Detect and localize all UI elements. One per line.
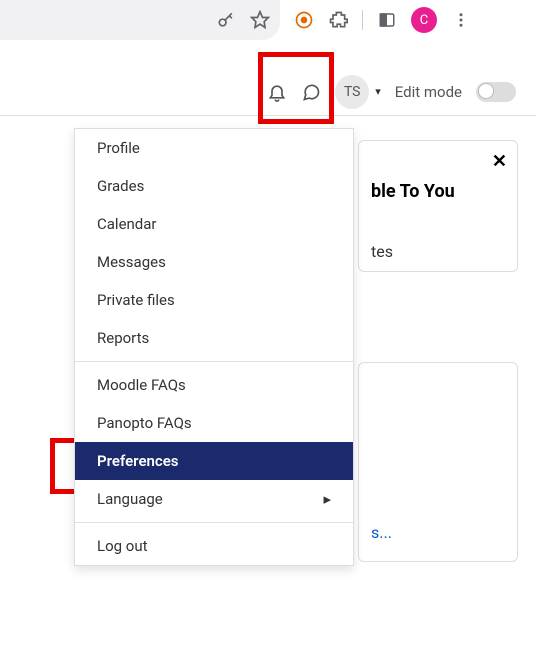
menu-item-private-files[interactable]: Private files — [75, 281, 353, 319]
browser-profile-avatar[interactable]: C — [411, 7, 437, 33]
annotation-box-avatar — [258, 52, 334, 124]
card-title-fragment: ble To You — [371, 181, 505, 202]
user-avatar: TS — [335, 75, 369, 109]
menu-label: Private files — [97, 291, 175, 309]
menu-item-grades[interactable]: Grades — [75, 167, 353, 205]
menu-label: Reports — [97, 329, 149, 347]
divider — [362, 10, 363, 30]
menu-divider — [75, 361, 353, 362]
menu-label: Log out — [97, 537, 148, 555]
menu-item-moodle-faqs[interactable]: Moodle FAQs — [75, 366, 353, 404]
menu-item-preferences[interactable]: Preferences — [75, 442, 353, 480]
chevron-right-icon: ▸ — [323, 490, 331, 508]
menu-item-messages[interactable]: Messages — [75, 243, 353, 281]
adblock-icon[interactable] — [294, 10, 314, 30]
address-bar-area — [0, 0, 280, 40]
browser-toolbar: C — [0, 0, 536, 40]
extensions-icon[interactable] — [328, 10, 348, 30]
menu-item-profile[interactable]: Profile — [75, 129, 353, 167]
menu-label: Preferences — [97, 452, 179, 470]
edit-mode-label: Edit mode — [395, 83, 462, 101]
menu-item-language[interactable]: Language ▸ — [75, 480, 353, 518]
kebab-menu-icon[interactable] — [451, 10, 471, 30]
edit-mode-toggle[interactable] — [476, 82, 516, 102]
key-icon[interactable] — [216, 10, 236, 30]
menu-label: Language — [97, 490, 163, 508]
menu-label: Moodle FAQs — [97, 376, 186, 394]
background-card-2: s... — [358, 362, 518, 562]
menu-item-logout[interactable]: Log out — [75, 527, 353, 565]
star-icon[interactable] — [250, 10, 270, 30]
menu-label: Panopto FAQs — [97, 414, 192, 432]
background-card-1: ✕ ble To You tes — [358, 140, 518, 272]
menu-item-panopto-faqs[interactable]: Panopto FAQs — [75, 404, 353, 442]
menu-label: Messages — [97, 253, 166, 271]
menu-item-reports[interactable]: Reports — [75, 319, 353, 357]
sidepanel-icon[interactable] — [377, 10, 397, 30]
chevron-down-icon: ▾ — [375, 85, 381, 98]
card-text-fragment: tes — [371, 242, 505, 261]
menu-label: Calendar — [97, 215, 157, 233]
user-menu-button[interactable]: TS ▾ — [335, 75, 381, 109]
toggle-knob — [478, 83, 494, 99]
menu-item-calendar[interactable]: Calendar — [75, 205, 353, 243]
menu-label: Profile — [97, 139, 140, 157]
card-link-fragment[interactable]: s... — [371, 523, 505, 542]
menu-label: Grades — [97, 177, 144, 195]
close-icon[interactable]: ✕ — [492, 151, 507, 172]
user-dropdown-menu: Profile Grades Calendar Messages Private… — [74, 128, 354, 566]
menu-divider — [75, 522, 353, 523]
